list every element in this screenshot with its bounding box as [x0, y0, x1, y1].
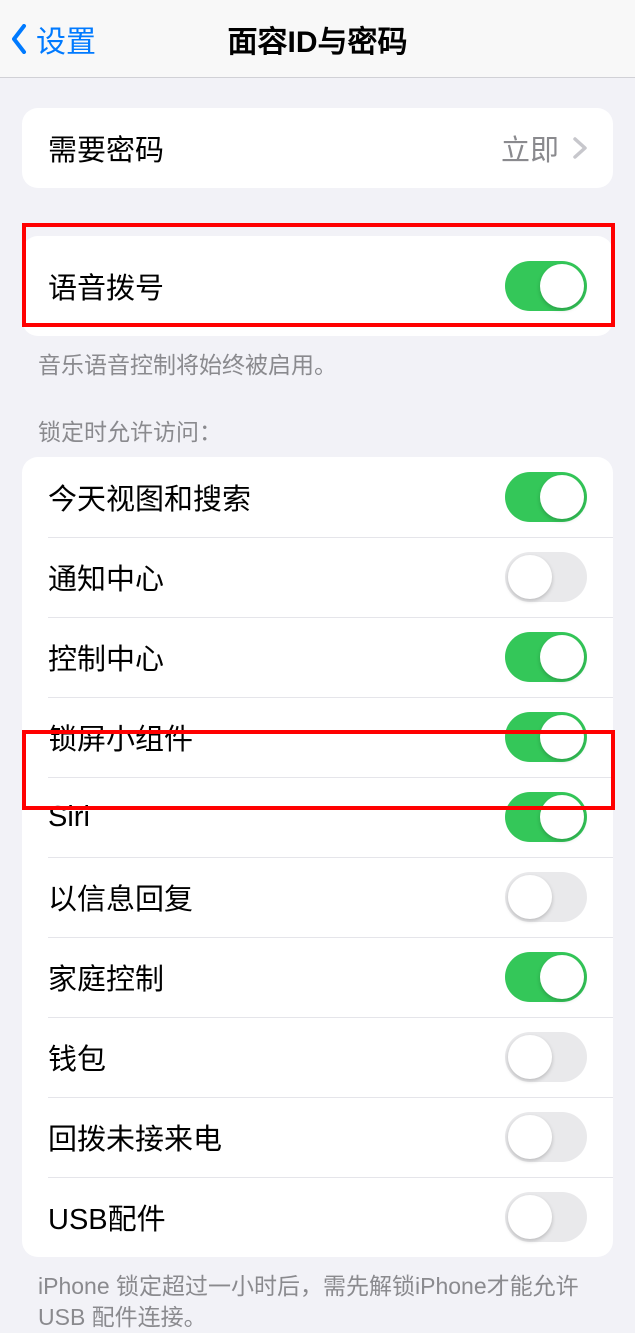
locked-access-row: USB配件: [22, 1177, 613, 1257]
locked-access-toggle[interactable]: [505, 1192, 587, 1242]
locked-access-toggle[interactable]: [505, 792, 587, 842]
locked-access-row: 家庭控制: [22, 937, 613, 1017]
require-passcode-label: 需要密码: [48, 127, 501, 169]
locked-access-row: Siri: [22, 777, 613, 857]
locked-access-toggle[interactable]: [505, 552, 587, 602]
locked-access-toggle[interactable]: [505, 872, 587, 922]
locked-access-label: 通知中心: [48, 556, 505, 598]
nav-bar: 设置 面容ID与密码: [0, 0, 635, 78]
locked-access-row: 通知中心: [22, 537, 613, 617]
require-passcode-row[interactable]: 需要密码 立即: [22, 108, 613, 188]
locked-access-label: 以信息回复: [48, 876, 505, 918]
locked-access-label: 回拨未接来电: [48, 1116, 505, 1158]
locked-access-toggle[interactable]: [505, 472, 587, 522]
locked-access-toggle[interactable]: [505, 712, 587, 762]
locked-access-row: 控制中心: [22, 617, 613, 697]
locked-access-label: 家庭控制: [48, 956, 505, 998]
voice-dial-label: 语音拨号: [48, 265, 505, 307]
locked-access-label: USB配件: [48, 1196, 505, 1238]
locked-access-label: 锁屏小组件: [48, 716, 505, 758]
voice-dial-toggle[interactable]: [505, 261, 587, 311]
locked-access-header: 锁定时允许访问：: [38, 413, 597, 447]
locked-access-toggle[interactable]: [505, 1112, 587, 1162]
locked-access-toggle[interactable]: [505, 952, 587, 1002]
locked-access-label: 今天视图和搜索: [48, 476, 505, 518]
chevron-left-icon: [10, 24, 28, 54]
require-passcode-value: 立即: [501, 127, 559, 169]
locked-access-row: 锁屏小组件: [22, 697, 613, 777]
locked-access-label: 控制中心: [48, 636, 505, 678]
locked-access-row: 以信息回复: [22, 857, 613, 937]
locked-access-toggle[interactable]: [505, 632, 587, 682]
locked-access-footer: iPhone 锁定超过一小时后，需先解锁iPhone才能允许USB 配件连接。: [38, 1271, 597, 1333]
locked-access-label: Siri: [48, 801, 505, 834]
voice-dial-footer: 音乐语音控制将始终被启用。: [38, 350, 597, 381]
locked-access-row: 今天视图和搜索: [22, 457, 613, 537]
voice-dial-group: 语音拨号: [22, 236, 613, 336]
back-label: 设置: [36, 17, 96, 61]
locked-access-row: 钱包: [22, 1017, 613, 1097]
locked-access-row: 回拨未接来电: [22, 1097, 613, 1177]
chevron-right-icon: [573, 137, 587, 159]
require-passcode-group: 需要密码 立即: [22, 108, 613, 188]
locked-access-group: 今天视图和搜索通知中心控制中心锁屏小组件 Siri 以信息回复家庭控制钱包回拨未接来…: [22, 457, 613, 1257]
locked-access-toggle[interactable]: [505, 1032, 587, 1082]
back-button[interactable]: 设置: [0, 17, 96, 61]
voice-dial-row: 语音拨号: [22, 236, 613, 336]
locked-access-label: 钱包: [48, 1036, 505, 1078]
